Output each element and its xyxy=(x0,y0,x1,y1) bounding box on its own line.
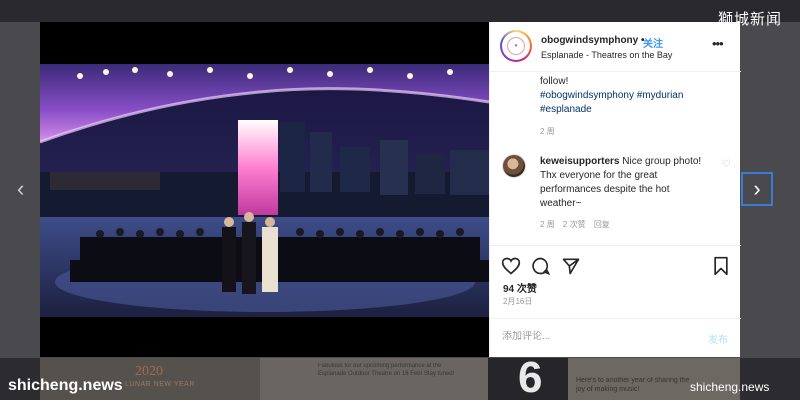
profile-avatar[interactable]: ● xyxy=(500,30,532,62)
post-date: 2月16日 xyxy=(503,297,533,306)
background-tile-subtitle: LUNAR NEW YEAR xyxy=(125,381,195,388)
comment-item: keweisupporters Nice group photo! Thx ev… xyxy=(540,155,710,211)
comment-meta: 2 周 2 次赞 回复 xyxy=(540,219,616,230)
add-comment-bar: 发布 xyxy=(490,318,741,357)
hashtag-link[interactable]: #obogwindsymphony xyxy=(540,90,634,101)
caption-timestamp: 2 周 xyxy=(540,127,555,136)
watermark-bottom-right: shicheng.news xyxy=(690,380,770,394)
hashtag-link[interactable]: #esplanade xyxy=(540,104,592,115)
post-username[interactable]: obogwindsymphony • xyxy=(541,35,645,46)
comment-like-count[interactable]: 2 次赞 xyxy=(563,220,586,229)
hashtag-link[interactable]: #mydurian xyxy=(637,90,684,101)
post-photo xyxy=(40,22,489,357)
reply-button[interactable]: 回复 xyxy=(594,220,610,229)
watermark-top-right: 獅城新闻 xyxy=(718,11,783,28)
background-tile-text: Fabulous for our upcoming performance at… xyxy=(318,363,455,377)
post-location[interactable]: Esplanade - Theatres on the Bay xyxy=(541,50,672,60)
commenter-username[interactable]: keweisupporters xyxy=(540,156,619,167)
background-tile-glyph: 6 xyxy=(518,353,543,400)
commenter-avatar[interactable] xyxy=(502,154,526,178)
concert-stage-image xyxy=(40,22,489,357)
background-tile-text-2: Here's to another year of sharing the jo… xyxy=(576,377,690,393)
comment-timestamp: 2 周 xyxy=(540,220,555,229)
save-bookmark-icon[interactable] xyxy=(711,256,731,276)
background-top-strip xyxy=(0,0,800,22)
caption-text: follow! #obogwindsymphony #mydurian #esp… xyxy=(540,76,684,115)
like-heart-icon[interactable] xyxy=(501,256,521,276)
likes-count[interactable]: 94 次赞 xyxy=(503,280,537,295)
share-send-icon[interactable] xyxy=(561,256,581,276)
post-header: ● obogwindsymphony • 关注 Esplanade - Thea… xyxy=(490,22,741,72)
follow-button[interactable]: 关注 xyxy=(643,35,663,50)
more-options-icon[interactable]: ••• xyxy=(712,36,724,51)
background-tile-year: 2020 xyxy=(135,364,163,379)
comment-like-heart-icon[interactable]: ♡ xyxy=(722,160,731,170)
post-details-panel: ● obogwindsymphony • 关注 Esplanade - Thea… xyxy=(489,22,741,357)
post-comment-button[interactable]: 发布 xyxy=(708,331,728,346)
next-post-arrow[interactable]: › xyxy=(741,172,773,206)
comment-bubble-icon[interactable] xyxy=(531,256,551,276)
comment-input[interactable] xyxy=(502,331,682,342)
previous-post-arrow[interactable]: ‹ xyxy=(17,178,24,200)
logo-icon: ● xyxy=(507,37,525,55)
watermark-bottom-left: shicheng.news xyxy=(8,377,123,394)
